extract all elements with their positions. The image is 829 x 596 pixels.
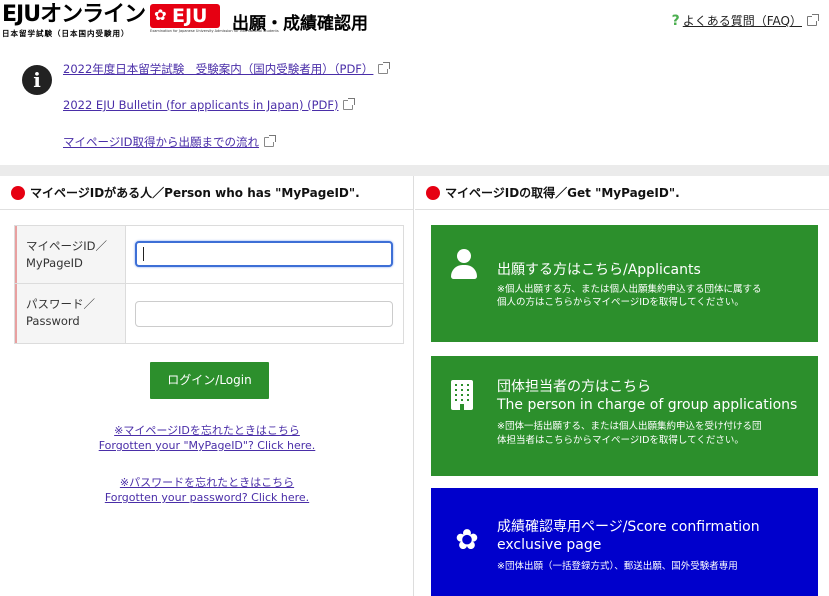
header: EJUオンライン ✿ EJU 日本留学試験（日本国内受験用） Examinati… [0,0,829,38]
forgot-password-link-en[interactable]: Forgotten your password? Click here. [0,491,414,504]
applicants-card-note-2: 個人の方はこちらからマイページIDを取得してください。 [497,297,744,308]
forgot-id-link-jp[interactable]: ※マイページIDを忘れたときはこちら [0,422,414,438]
password-label: パスワード／ Password [15,284,126,343]
applicants-card[interactable]: 出願する方はこちら/Applicants ※個人出願する方、または個人出願集約申… [431,225,818,342]
group-card-title-jp: 団体担当者の方はこちら [497,379,651,395]
text-caret [143,247,144,261]
page-title: 出願・成績確認用 [232,14,368,34]
section-divider [0,165,829,176]
external-link-icon [343,98,356,110]
score-confirmation-card[interactable]: ✿ 成績確認専用ページ/Score confirmation exclusive… [431,488,818,596]
login-heading-text: マイページIDがある人／Person who has "MyPageID". [30,186,360,200]
score-card-title-2: exclusive page [497,537,602,553]
mypageid-row: マイページID／ MyPageID [15,226,403,284]
info-icon: i [22,65,52,95]
password-label-en: Password [26,314,80,328]
score-card-note: ※団体出願（一括登録方式）、郵送出願、国外受験者専用 [497,561,738,572]
sakura-icon: ✿ [154,6,167,24]
eju-badge: ✿ EJU [150,4,220,28]
mypageid-label-jp: マイページID／ [26,239,108,253]
info-link-guide[interactable]: 2022年度日本留学試験 受験案内（国内受験者用）（PDF） [63,61,391,77]
red-dot-icon [11,186,25,200]
external-link-icon [264,135,277,147]
info-link-guide-text: 2022年度日本留学試験 受験案内（国内受験者用）（PDF） [63,62,374,76]
login-section-heading: マイページIDがある人／Person who has "MyPageID". [0,176,413,210]
forgot-id-link-en[interactable]: Forgotten your "MyPageID"? Click here. [0,439,414,452]
group-card-note-2: 体担当者はこちらからマイページIDを取得してください。 [497,435,744,446]
mypageid-label: マイページID／ MyPageID [15,226,126,283]
login-form: マイページID／ MyPageID パスワード／ Password [14,225,404,344]
login-column: マイページIDがある人／Person who has "MyPageID". マ… [0,176,414,596]
get-id-column: マイページIDの取得／Get "MyPageID". 出願する方はこちら/App… [415,176,829,596]
red-dot-icon [426,186,440,200]
info-link-flow-text: マイページID取得から出願までの流れ [63,135,260,149]
group-card-note-1: ※団体一括出願する、または個人出願集約申込を受け付ける団 [497,421,762,432]
get-id-section-heading: マイページIDの取得／Get "MyPageID". [415,176,829,210]
applicants-card-title: 出願する方はこちら/Applicants [497,262,701,278]
logo-main-text: EJUオンライン [2,2,146,27]
group-applications-card[interactable]: 団体担当者の方はこちら The person in charge of grou… [431,356,818,476]
building-icon [451,380,473,410]
info-link-bulletin[interactable]: 2022 EJU Bulletin (for applicants in Jap… [63,98,356,112]
password-label-jp: パスワード／ [26,297,95,311]
external-link-icon [807,14,819,26]
eju-online-logo[interactable]: EJUオンライン ✿ EJU 日本留学試験（日本国内受験用） Examinati… [2,2,279,39]
info-section: i 2022年度日本留学試験 受験案内（国内受験者用）（PDF） 2022 EJ… [0,38,829,165]
faq-link-group: ? よくある質問（FAQ） [671,12,819,29]
password-input[interactable] [135,301,393,327]
score-card-title-1: 成績確認専用ページ/Score confirmation [497,519,760,535]
external-link-icon [378,62,391,74]
faq-link[interactable]: よくある質問（FAQ） [683,14,802,28]
applicants-card-note-1: ※個人出願する方、または個人出願集約申込する団体に属する [497,284,762,295]
flower-icon: ✿ [455,523,479,556]
mypageid-label-en: MyPageID [26,256,83,270]
get-id-heading-text: マイページIDの取得／Get "MyPageID". [445,186,680,200]
faq-question-icon: ? [671,13,680,29]
forgot-password-link-jp[interactable]: ※パスワードを忘れたときはこちら [0,474,414,490]
eju-badge-text: EJU [172,5,208,27]
info-link-bulletin-text: 2022 EJU Bulletin (for applicants in Jap… [63,98,339,112]
group-card-title-en: The person in charge of group applicatio… [497,397,798,413]
person-icon [451,249,477,281]
mypageid-input[interactable] [135,241,393,267]
login-button[interactable]: ログイン/Login [150,362,269,399]
password-row: パスワード／ Password [15,284,403,343]
info-link-flow[interactable]: マイページID取得から出願までの流れ [63,134,277,150]
